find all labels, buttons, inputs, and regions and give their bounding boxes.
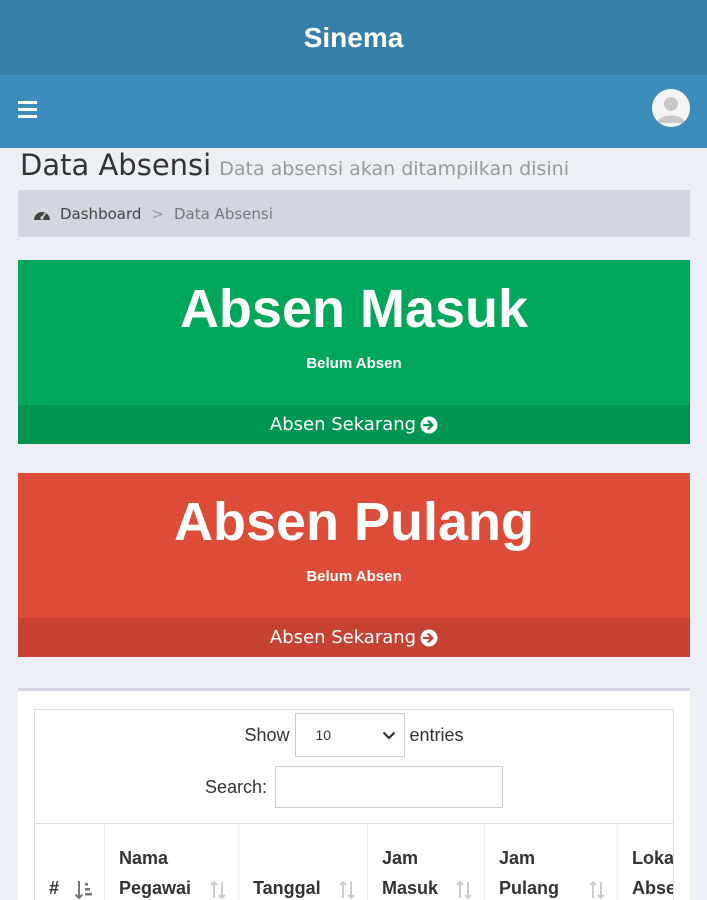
table-header-row: # Nama Pegawai Tanggal Jam Masuk Jam Pul… [35,823,674,900]
absen-masuk-status: Belum Absen [306,355,402,372]
bars-icon[interactable] [18,101,37,119]
breadcrumb: Dashboard > Data Absensi [18,190,690,237]
absen-pulang-title: Absen Pulang [173,492,535,552]
column-header-label: Nama Pegawai [119,848,192,898]
arrow-circle-right-icon [420,629,438,646]
length-prefix: Show [244,724,290,745]
absen-masuk-action-label: Absen Sekarang [269,414,417,435]
breadcrumb-separator: > [151,204,164,223]
absen-pulang-status: Belum Absen [306,568,402,585]
column-header-nama-pegawai[interactable]: Nama Pegawai [105,824,239,900]
sort-both-icon [339,880,355,900]
column-header-label: Tanggal [253,878,321,898]
column-header-label: Jam Pulang [499,848,560,898]
sort-both-icon [210,880,226,900]
absen-pulang-action[interactable]: Absen Sekarang [18,618,690,657]
length-suffix: entries [409,724,464,745]
column-header-label: Jam Masuk [382,848,439,898]
sort-both-icon [589,880,605,900]
breadcrumb-current: Data Absensi [173,204,273,223]
app-title[interactable]: Sinema [304,22,404,54]
sort-ascending-icon [74,881,92,900]
navbar [0,75,707,148]
sort-both-icon [456,880,472,900]
chevron-down-icon [382,731,395,740]
user-avatar-icon[interactable] [652,89,690,127]
page-subtitle: Data absensi akan ditampilkan disini [219,158,570,180]
page-title: Data Absensi [20,148,212,182]
data-table-wrapper: Show 10 entries Search: # Nama Pegawai T… [34,709,674,900]
absen-masuk-title: Absen Masuk [179,279,529,339]
arrow-circle-right-icon [420,416,438,433]
entries-select[interactable]: 10 [294,713,405,757]
data-table-panel: Show 10 entries Search: # Nama Pegawai T… [18,688,690,900]
search-label: Search: [204,776,268,797]
page-header: Data Absensi Data absensi akan ditampilka… [20,148,569,182]
absen-pulang-action-label: Absen Sekarang [269,627,417,648]
absen-pulang-box: Absen Pulang Belum Absen Absen Sekarang [18,473,690,657]
search-input[interactable] [275,766,504,808]
entries-select-value: 10 [315,727,332,743]
column-header-lokasi-absen[interactable]: Lokasi Absen [618,824,674,900]
column-header-number[interactable]: # [35,824,105,900]
table-length-control: Show 10 entries [35,713,673,757]
dashboard-icon [34,211,50,220]
column-header-label: # [49,878,60,898]
column-header-jam-pulang[interactable]: Jam Pulang [485,824,618,900]
absen-masuk-box: Absen Masuk Belum Absen Absen Sekarang [18,260,690,444]
column-header-label: Lokasi Absen [632,848,674,898]
absen-masuk-action[interactable]: Absen Sekarang [18,405,690,444]
column-header-jam-masuk[interactable]: Jam Masuk [368,824,485,900]
app-header: Sinema [0,0,707,75]
table-search-control: Search: [35,766,673,808]
column-header-tanggal[interactable]: Tanggal [239,824,368,900]
breadcrumb-dashboard-link[interactable]: Dashboard [60,205,141,223]
